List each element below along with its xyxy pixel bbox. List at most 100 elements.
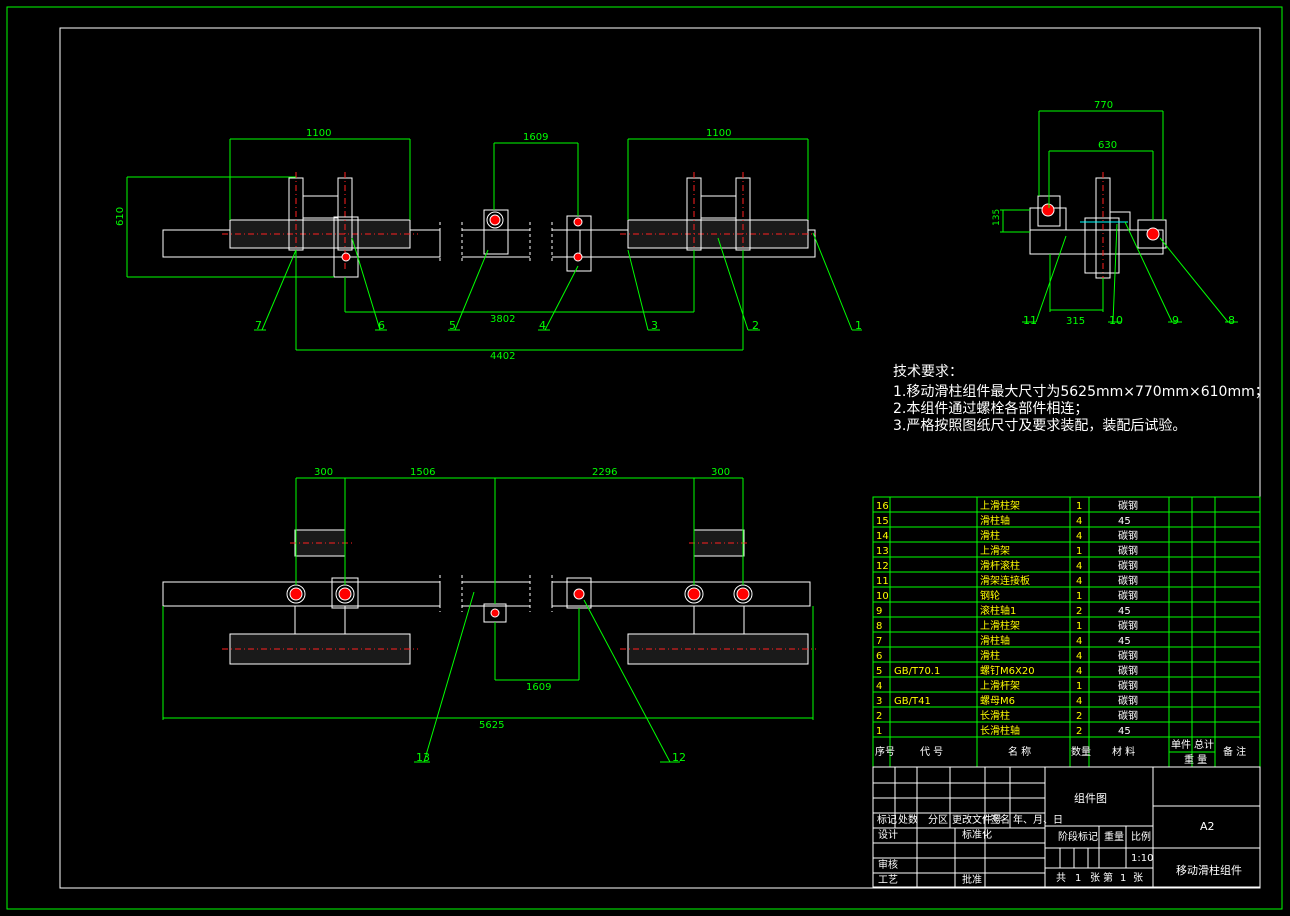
bom-header-qty: 数量 <box>1071 745 1091 758</box>
tech-req-heading: 技术要求： <box>893 364 963 380</box>
bom-cell-mat: 碳钢 <box>1118 619 1138 632</box>
dim-630: 630 <box>1098 140 1117 151</box>
dim-5625: 5625 <box>479 720 504 731</box>
bom-cell-qty: 1 <box>1076 591 1082 602</box>
balloon-7: 7 <box>255 319 262 332</box>
balloon-13: 13 <box>416 751 430 764</box>
bom-cell-mat: 碳钢 <box>1118 649 1138 662</box>
bom-cell-qty: 4 <box>1076 516 1082 527</box>
dim-1100-right: 1100 <box>706 128 731 139</box>
bom-cell-qty: 4 <box>1076 666 1082 677</box>
bom-cell-name: 上滑柱架 <box>980 499 1020 512</box>
bom-cell-name: 钢轮 <box>980 589 1000 602</box>
tb-approve: 批准 <box>962 873 982 886</box>
bom-cell-name: 滑柱轴 <box>980 514 1010 527</box>
bom-cell-no: 2 <box>876 711 882 722</box>
outer-frame <box>6 6 1283 910</box>
bom-cell-mat: 碳钢 <box>1118 709 1138 722</box>
dim-300-left: 300 <box>314 467 333 478</box>
tb-total-num: 1 <box>1075 873 1081 884</box>
bom-cell-qty: 2 <box>1076 726 1082 737</box>
dim-4402: 4402 <box>490 351 515 362</box>
bom-cell-no: 3 <box>876 696 882 707</box>
bom-cell-no: 16 <box>876 501 889 512</box>
tb-standardize: 标准化 <box>962 828 992 841</box>
tb-date: 年、月、日 <box>1013 813 1063 826</box>
bom-cell-code: GB/T41 <box>894 696 931 707</box>
tb-sign: 签名 <box>990 813 1010 826</box>
bom-header-weight: 重 量 <box>1184 753 1207 766</box>
bom-cell-name: 滑柱 <box>980 529 1000 542</box>
dim-300-right: 300 <box>711 467 730 478</box>
bom-cell-mat: 碳钢 <box>1118 694 1138 707</box>
bom-cell-no: 12 <box>876 561 889 572</box>
bom-cell-name: 滑架连接板 <box>980 574 1030 587</box>
tb-size: A2 <box>1200 820 1215 833</box>
bom-cell-qty: 1 <box>1076 501 1082 512</box>
bom-cell-mat: 45 <box>1118 636 1131 647</box>
bom-cell-name: 滑柱轴 <box>980 634 1010 647</box>
bom-cell-qty: 4 <box>1076 696 1082 707</box>
balloon-11: 11 <box>1023 314 1037 327</box>
bom-cell-qty: 1 <box>1076 621 1082 632</box>
dim-1506: 1506 <box>410 467 435 478</box>
bom-cell-mat: 碳钢 <box>1118 544 1138 557</box>
bom-cell-code: GB/T70.1 <box>894 666 940 677</box>
bom-cell-no: 6 <box>876 651 882 662</box>
dim-135: 135 <box>992 209 1002 226</box>
dim-315: 315 <box>1066 316 1085 327</box>
bom-cell-no: 7 <box>876 636 882 647</box>
bom-cell-qty: 2 <box>1076 606 1082 617</box>
tb-sheets-2: 张 <box>1133 872 1143 884</box>
bom-cell-name: 螺钉M6X20 <box>980 665 1035 677</box>
bom-header-name: 名 称 <box>1008 745 1031 758</box>
tech-requirements: 技术要求： 1.移动滑柱组件最大尺寸为5625mm×770mm×610mm； 2… <box>893 364 1269 434</box>
bom-cell-no: 14 <box>876 531 889 542</box>
bom-cell-qty: 1 <box>1076 546 1082 557</box>
bom-cell-name: 滑柱 <box>980 649 1000 662</box>
tb-sheet-num: 1 <box>1120 873 1126 884</box>
balloon-9: 9 <box>1172 314 1179 327</box>
bom-cell-name: 滚柱轴1 <box>980 604 1016 617</box>
bom-header-mat: 材 料 <box>1112 745 1135 758</box>
tb-drawing-title: 组件图 <box>1074 791 1107 805</box>
tb-part-name: 移动滑柱组件 <box>1176 863 1242 877</box>
bom-cell-name: 螺母M6 <box>980 695 1015 707</box>
assembly-drawing: 1100 1609 1100 610 3802 4402 1 2 3 4 5 6 <box>6 6 1283 910</box>
bom-header-remark: 备 注 <box>1223 745 1246 758</box>
bom-cell-no: 13 <box>876 546 889 557</box>
inner-frame <box>59 27 1261 889</box>
dim-3802: 3802 <box>490 314 515 325</box>
bom-cell-mat: 45 <box>1118 516 1131 527</box>
tb-scale: 1:10 <box>1131 853 1153 864</box>
bom-header-no: 序号 <box>875 745 895 758</box>
balloon-4: 4 <box>539 319 546 332</box>
tb-zone: 分区 <box>928 814 948 826</box>
bom-cell-qty: 4 <box>1076 576 1082 587</box>
bom-cell-qty: 4 <box>1076 531 1082 542</box>
balloon-10: 10 <box>1109 314 1123 327</box>
tb-count: 处数 <box>898 813 918 826</box>
tb-design: 设计 <box>878 828 898 841</box>
tb-stage-mark: 阶段标记 <box>1058 830 1098 843</box>
bom-cell-mat: 碳钢 <box>1118 664 1138 677</box>
balloon-3: 3 <box>651 319 658 332</box>
tb-sheets-1: 张 <box>1090 872 1100 884</box>
bom-cell-no: 4 <box>876 681 882 692</box>
dim-2296: 2296 <box>592 467 617 478</box>
tb-sheet-no: 第 <box>1103 871 1113 884</box>
tb-mark: 标记 <box>877 814 897 826</box>
bom-header-total: 总计 <box>1194 738 1214 751</box>
bom-cell-mat: 碳钢 <box>1118 529 1138 542</box>
bom-cell-qty: 4 <box>1076 651 1082 662</box>
bom-header-code: 代 号 <box>920 746 943 758</box>
bom-cell-mat: 碳钢 <box>1118 589 1138 602</box>
tb-process: 工艺 <box>878 874 898 886</box>
bom-cell-name: 长滑柱 <box>980 709 1010 722</box>
bom-cell-no: 8 <box>876 621 882 632</box>
bom-cell-name: 上滑杆架 <box>980 680 1020 692</box>
bom-cell-mat: 45 <box>1118 726 1131 737</box>
bom-cell-no: 1 <box>876 726 882 737</box>
tb-total: 共 <box>1056 872 1066 884</box>
tb-ratio: 比例 <box>1131 830 1151 843</box>
